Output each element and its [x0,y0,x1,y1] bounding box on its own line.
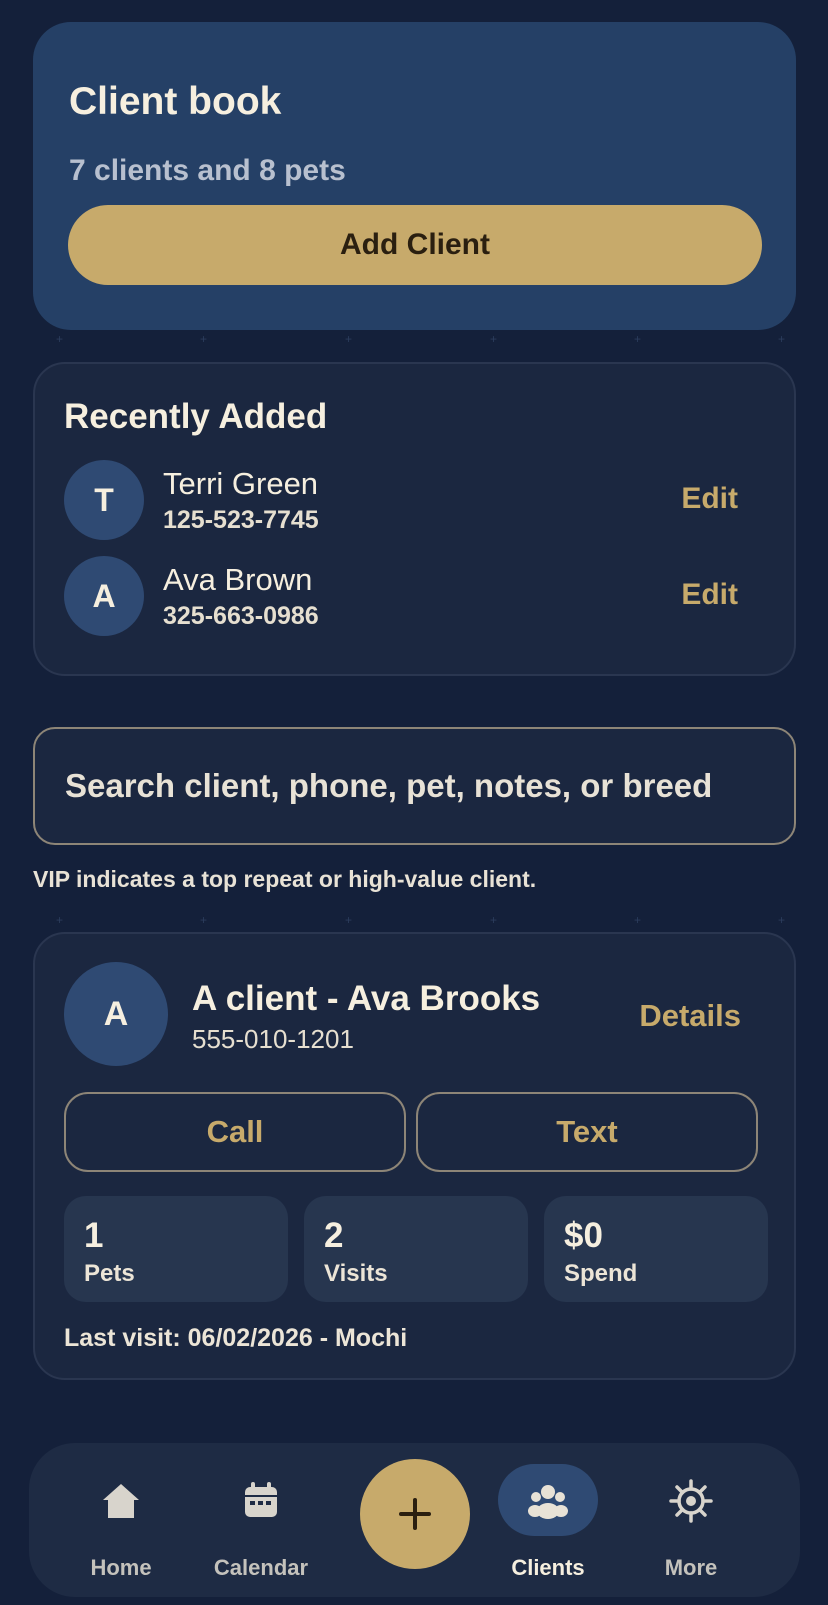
edit-button[interactable]: Edit [681,578,738,612]
page-title: Client book [69,80,282,123]
stat-value: 1 [84,1216,104,1255]
nav-label: Clients [511,1555,585,1580]
recently-added-card: Recently Added T Terri Green 125-523-774… [33,362,796,676]
client-card: A A client - Ava Brooks 555-010-1201 Det… [33,932,796,1380]
recent-client-phone: 125-523-7745 [163,506,319,534]
nav-calendar[interactable]: Calendar [191,1443,331,1597]
avatar: A [64,962,168,1066]
nav-more[interactable]: More [621,1443,761,1597]
stat-pets: 1 Pets [64,1196,288,1302]
edit-button[interactable]: Edit [681,482,738,516]
recent-client-name: Ava Brown [163,562,313,597]
calendar-icon [245,1482,277,1517]
sparkle-row: + + + + + + [56,332,786,346]
quick-add-button[interactable] [360,1459,470,1569]
client-count-summary: 7 clients and 8 pets [69,154,346,187]
recently-added-title: Recently Added [64,397,328,436]
nav-label: More [664,1555,718,1580]
bottom-nav: Home Calendar Clients More [29,1443,800,1597]
stat-visits: 2 Visits [304,1196,528,1302]
recent-client-phone: 325-663-0986 [163,602,319,630]
call-button[interactable]: Call [64,1092,406,1172]
recent-client-name: Terri Green [163,466,319,501]
stat-value: 2 [324,1216,344,1255]
sparkle-row: + + + + + + [56,913,786,927]
stat-value: $0 [564,1216,603,1255]
last-visit: Last visit: 06/02/2026 - Mochi [64,1324,408,1352]
vip-note: VIP indicates a top repeat or high-value… [33,866,537,892]
search-input[interactable] [65,767,764,805]
plus-icon [399,1498,431,1530]
recent-client-row[interactable]: A Ava Brown 325-663-0986 Edit [35,556,794,638]
stat-label: Visits [324,1260,388,1287]
recent-client-row[interactable]: T Terri Green 125-523-7745 Edit [35,460,794,542]
gear-icon [669,1479,713,1523]
avatar: T [64,460,144,540]
clients-icon [528,1485,568,1519]
nav-home[interactable]: Home [51,1443,191,1597]
client-phone: 555-010-1201 [192,1024,354,1054]
search-box[interactable] [33,727,796,845]
nav-label: Home [90,1555,152,1580]
add-client-button[interactable]: Add Client [68,205,762,285]
nav-clients[interactable]: Clients [478,1443,618,1597]
client-book-header: Client book 7 clients and 8 pets Add Cli… [33,22,796,330]
home-icon [103,1484,139,1518]
client-name: A client - Ava Brooks [192,979,541,1018]
text-button[interactable]: Text [416,1092,758,1172]
stat-spend: $0 Spend [544,1196,768,1302]
avatar: A [64,556,144,636]
stat-label: Spend [564,1260,638,1287]
details-button[interactable]: Details [639,998,741,1034]
nav-label: Calendar [213,1555,309,1580]
stat-label: Pets [84,1260,135,1287]
